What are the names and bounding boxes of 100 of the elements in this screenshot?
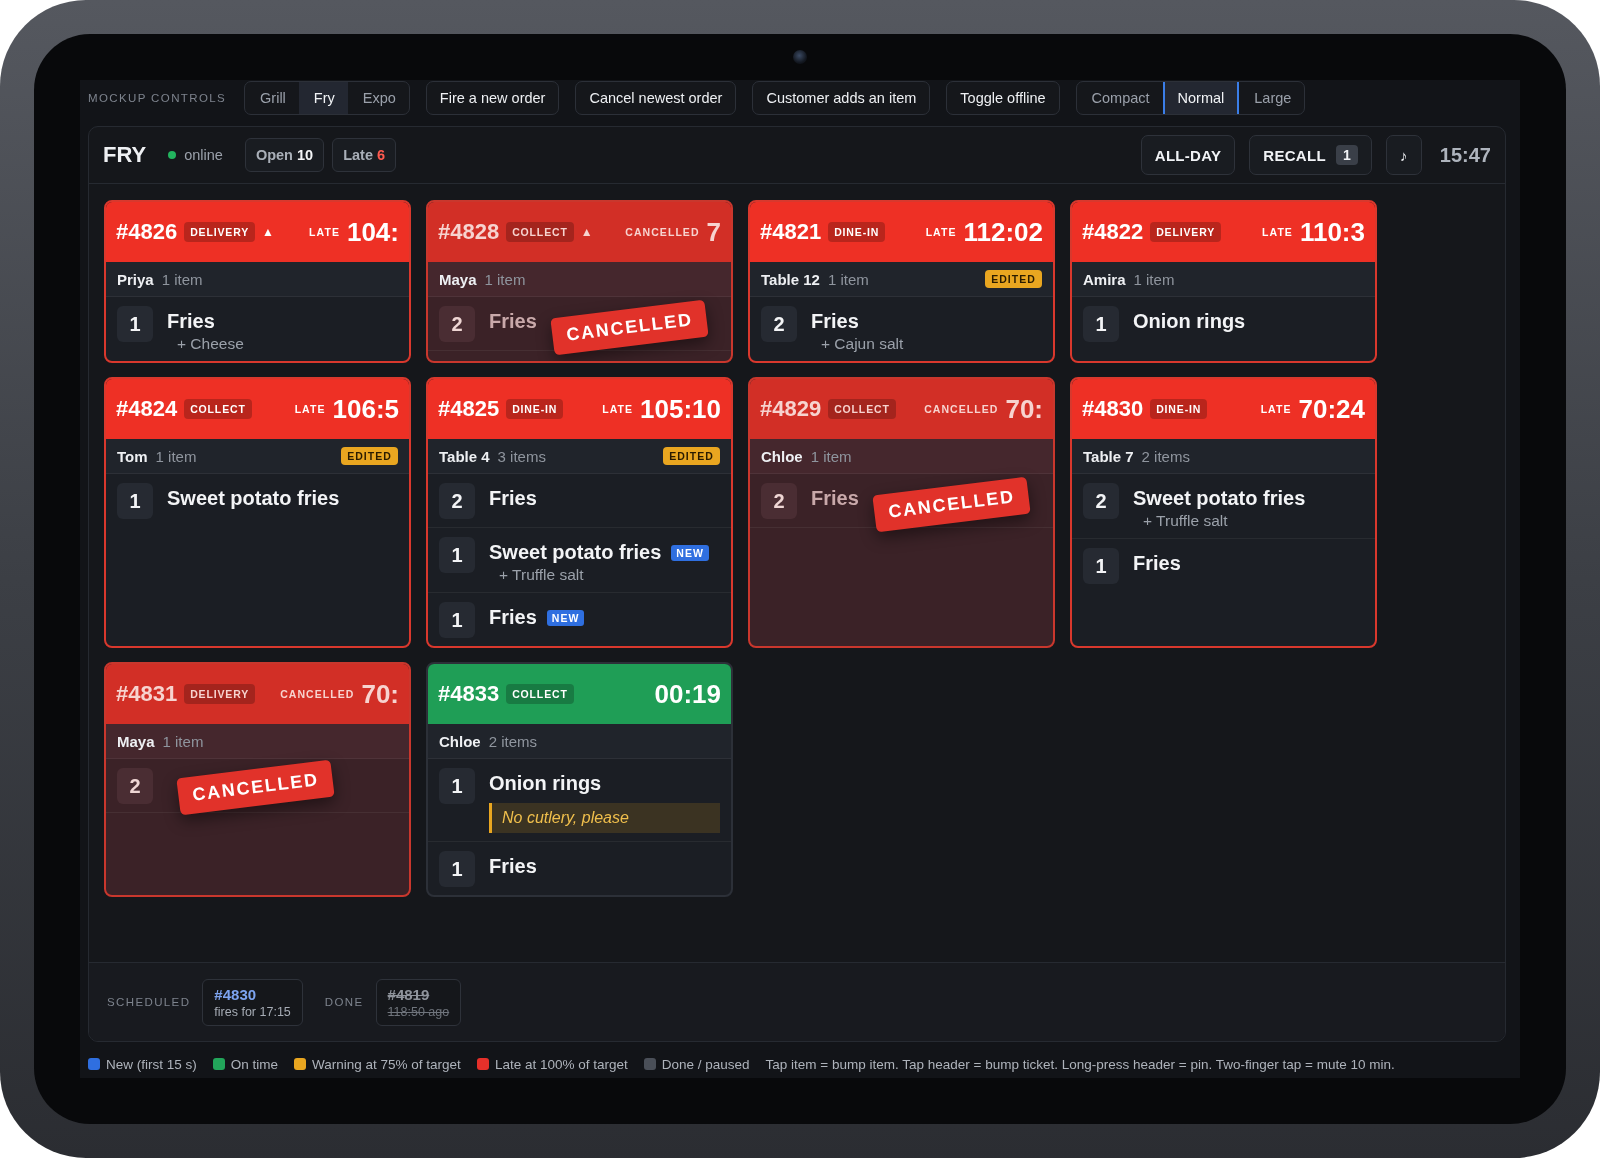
order-item[interactable]: 1 Fries bbox=[1072, 539, 1375, 592]
item-name: Fries bbox=[489, 855, 537, 878]
status-label: LATE bbox=[602, 403, 634, 415]
controls-label: MOCKUP CONTROLS bbox=[88, 92, 227, 104]
item-quantity: 1 bbox=[1083, 306, 1119, 342]
item-count: 2 items bbox=[1141, 447, 1190, 465]
section-label: DONE bbox=[324, 996, 364, 1008]
action-button[interactable]: Fire a new order bbox=[425, 81, 560, 115]
ticket-header[interactable]: #4829 COLLECT CANCELLED 70: bbox=[750, 379, 1053, 439]
order-type-badge: COLLECT bbox=[828, 399, 896, 419]
order-type-badge: DINE-IN bbox=[828, 222, 886, 242]
density-tab[interactable]: Normal bbox=[1162, 82, 1240, 114]
item-name: Onion rings bbox=[1133, 310, 1246, 333]
legend-label: New (first 15 s) bbox=[106, 1056, 197, 1072]
ticket-header[interactable]: #4831 DELIVERY CANCELLED 70: bbox=[106, 664, 409, 724]
item-name: Sweet potato fries bbox=[167, 487, 340, 510]
item-name: Fries bbox=[1133, 552, 1181, 575]
ticket-timer: 00:19 bbox=[654, 678, 721, 710]
order-type-badge: DINE-IN bbox=[506, 399, 564, 419]
ticket-timer: 105:10 bbox=[640, 393, 721, 425]
item-quantity: 2 bbox=[761, 483, 797, 519]
order-chip[interactable]: #4830 fires for 17:15 bbox=[202, 978, 303, 1026]
ticket-header[interactable]: #4833 COLLECT 00:19 bbox=[428, 664, 731, 724]
item-note: No cutlery, please bbox=[489, 803, 720, 833]
density-tab[interactable]: Large bbox=[1239, 82, 1305, 114]
recall-button[interactable]: RECALL 1 bbox=[1249, 135, 1373, 175]
item-quantity: 1 bbox=[439, 768, 475, 804]
order-item[interactable]: 1 Sweet potato fries bbox=[106, 474, 409, 527]
ticket-header[interactable]: #4828 COLLECT ▲ CANCELLED 7 bbox=[428, 202, 731, 262]
item-name: Sweet potato fries bbox=[1133, 487, 1306, 510]
ticket-header[interactable]: #4824 COLLECT LATE 106:5 bbox=[106, 379, 409, 439]
order-item[interactable]: 1 Fries + Cheese bbox=[106, 297, 409, 361]
status-label: LATE bbox=[1260, 403, 1292, 415]
edited-badge: EDITED bbox=[341, 447, 398, 465]
order-number: #4821 bbox=[760, 219, 822, 245]
order-item[interactable]: 2 Fries + Cajun salt bbox=[750, 297, 1053, 361]
ticket-timer: 7 bbox=[706, 216, 721, 248]
order-item[interactable]: 1 Onion rings No cutlery, please bbox=[428, 759, 731, 841]
item-quantity: 2 bbox=[439, 306, 475, 342]
order-item[interactable]: 2 Fries bbox=[428, 474, 731, 527]
order-number: #4819 bbox=[387, 985, 431, 1003]
customer-name: Table 7 bbox=[1083, 447, 1134, 465]
customer-name: Maya bbox=[117, 732, 155, 750]
order-detail: fires for 17:15 bbox=[214, 1004, 291, 1019]
all-day-button[interactable]: ALL-DAY bbox=[1140, 135, 1236, 175]
cancelled-stamp: CANCELLED bbox=[550, 299, 709, 356]
order-number: #4825 bbox=[438, 396, 500, 422]
station-tab[interactable]: Expo bbox=[347, 82, 409, 114]
order-chip[interactable]: #4819 118:50 ago bbox=[375, 978, 462, 1026]
status-label: LATE bbox=[1262, 226, 1293, 238]
cancelled-stamp: CANCELLED bbox=[176, 759, 335, 816]
ticket-header[interactable]: #4825 DINE-IN LATE 105:10 bbox=[428, 379, 731, 439]
order-number: #4826 bbox=[116, 219, 178, 245]
item-count: 1 item bbox=[1133, 270, 1175, 288]
station-tab[interactable]: Grill bbox=[245, 82, 299, 114]
order-item[interactable]: 1 Sweet potato fries NEW + Truffle salt bbox=[428, 528, 731, 592]
order-item[interactable]: 2 Sweet potato fries + Truffle salt bbox=[1072, 474, 1375, 538]
legend-label: Warning at 75% of target bbox=[312, 1056, 461, 1072]
order-item[interactable]: 2 bbox=[106, 759, 164, 812]
density-tab[interactable]: Compact bbox=[1076, 82, 1163, 114]
camera-icon bbox=[793, 50, 807, 64]
order-number: #4833 bbox=[438, 681, 500, 707]
action-button[interactable]: Toggle offline bbox=[946, 81, 1060, 115]
item-count: 1 item bbox=[827, 270, 869, 288]
order-type-badge: DELIVERY bbox=[184, 222, 256, 242]
ticket-header[interactable]: #4826 DELIVERY ▲ LATE 104: bbox=[106, 202, 409, 262]
order-item[interactable]: 2 Fries bbox=[750, 474, 870, 527]
order-number: #4828 bbox=[438, 219, 500, 245]
customer-name: Amira bbox=[1083, 270, 1126, 288]
ticket-header[interactable]: #4821 DINE-IN LATE 112:02 bbox=[750, 202, 1053, 262]
ticket-header[interactable]: #4822 DELIVERY LATE 110:3 bbox=[1072, 202, 1375, 262]
status-label: CANCELLED bbox=[280, 688, 355, 700]
order-item[interactable]: 1 Fries bbox=[428, 842, 731, 895]
item-name: Fries bbox=[811, 310, 859, 333]
item-name: Sweet potato fries bbox=[489, 541, 662, 564]
ticket-timer: 70: bbox=[1005, 393, 1043, 425]
item-modifier: + Truffle salt bbox=[498, 566, 585, 584]
sound-button[interactable]: ♪ bbox=[1386, 135, 1422, 175]
station-tab[interactable]: Fry bbox=[298, 82, 348, 114]
order-item[interactable]: 1 Onion rings bbox=[1072, 297, 1375, 350]
legend-label: On time bbox=[230, 1056, 279, 1072]
order-number: #4822 bbox=[1082, 219, 1144, 245]
station-name: FRY bbox=[103, 142, 147, 168]
order-type-badge: DINE-IN bbox=[1150, 399, 1208, 419]
order-item[interactable]: 1 Fries NEW bbox=[428, 593, 731, 646]
item-quantity: 2 bbox=[761, 306, 797, 342]
legend-label: Late at 100% of target bbox=[494, 1056, 628, 1072]
order-item[interactable]: 2 Fries bbox=[428, 297, 548, 350]
status-label: LATE bbox=[294, 403, 326, 415]
gesture-hint: Tap item = bump item. Tap header = bump ticket. Long-press header = pin. Two-finger tap = mute 10 min. bbox=[765, 1056, 1395, 1072]
action-button[interactable]: Customer adds an item bbox=[752, 81, 931, 115]
ticket-timer: 106:5 bbox=[332, 393, 399, 425]
action-button[interactable]: Cancel newest order bbox=[575, 81, 737, 115]
ticket-header[interactable]: #4830 DINE-IN LATE 70:24 bbox=[1072, 379, 1375, 439]
item-name: Fries bbox=[811, 487, 859, 510]
item-name: Onion rings bbox=[489, 772, 602, 795]
customer-name: Table 12 bbox=[761, 270, 820, 288]
order-number: #4824 bbox=[116, 396, 178, 422]
item-count: 1 item bbox=[155, 447, 197, 465]
item-name: Fries bbox=[489, 487, 537, 510]
